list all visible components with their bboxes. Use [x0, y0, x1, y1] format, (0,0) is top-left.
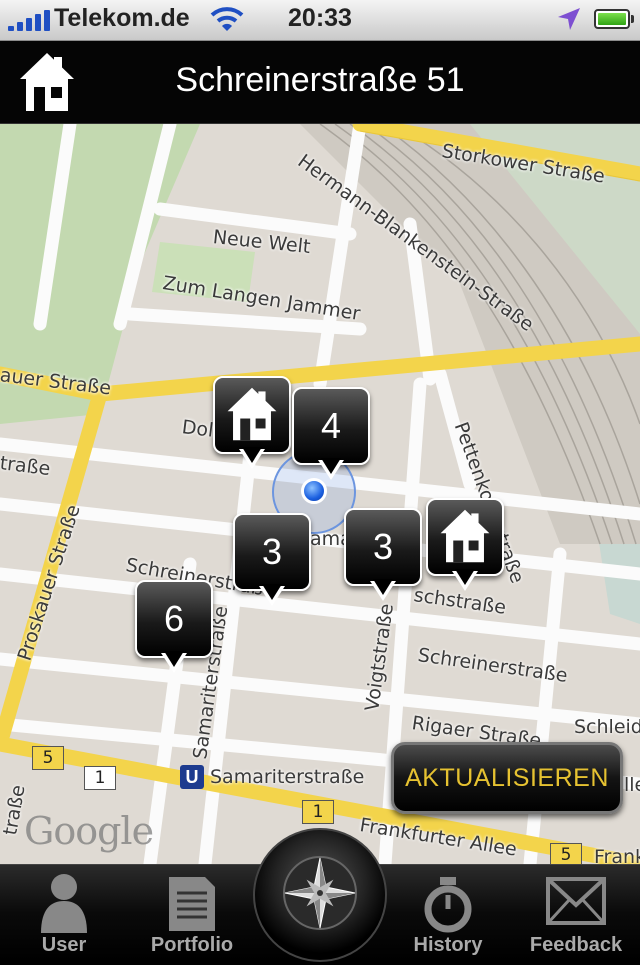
stopwatch-icon [424, 877, 472, 933]
tab-label: Portfolio [150, 934, 234, 956]
page-title: Schreinerstraße 51 [175, 61, 465, 99]
envelope-icon [546, 877, 606, 925]
tab-user[interactable]: User [0, 865, 128, 961]
cluster-count: 6 [163, 598, 185, 639]
location-services-icon [558, 8, 580, 30]
road-shield: 5 [32, 746, 64, 770]
user-icon [41, 874, 87, 933]
cluster-marker[interactable]: 4 [292, 387, 370, 483]
clock: 20:33 [288, 4, 352, 32]
refresh-button[interactable]: AKTUALISIEREN [391, 742, 623, 814]
street-label: Schleid [574, 716, 640, 738]
cluster-count: 3 [261, 531, 283, 572]
tab-portfolio[interactable]: Portfolio [128, 865, 256, 961]
battery-icon [594, 9, 634, 29]
house-icon [440, 509, 490, 563]
tab-feedback[interactable]: Feedback [512, 865, 640, 961]
cluster-count: 3 [372, 526, 394, 567]
navigation-bar: Schreinerstraße 51 [0, 41, 640, 124]
ubahn-station-icon: U [180, 765, 204, 789]
cluster-marker[interactable]: 6 [135, 580, 213, 676]
compass-icon [283, 856, 357, 930]
portfolio-icon [169, 877, 215, 931]
tab-label: History [413, 934, 483, 956]
house-icon [227, 387, 277, 441]
tab-label: User [41, 934, 87, 956]
map-view[interactable]: Storkower Straße Hermann-Blankenstein-St… [0, 124, 640, 864]
cluster-marker[interactable]: 3 [344, 508, 422, 604]
cluster-count: 4 [320, 405, 342, 446]
tab-label: Feedback [529, 934, 623, 956]
road-shield: 1 [302, 800, 334, 824]
house-marker[interactable] [213, 376, 291, 472]
compass-button[interactable] [253, 828, 387, 962]
street-label: lle [624, 774, 640, 796]
google-attribution: Google [24, 809, 154, 853]
road-shield: 5 [550, 843, 582, 864]
street-label: Frank [594, 846, 640, 864]
road-shield: 1 [84, 766, 116, 790]
street-label: Samariterstraße [210, 766, 365, 788]
status-bar: Telekom.de 20:33 [0, 0, 640, 41]
cluster-marker[interactable]: 3 [233, 513, 311, 609]
tab-history[interactable]: History [384, 865, 512, 961]
house-marker[interactable] [426, 498, 504, 594]
